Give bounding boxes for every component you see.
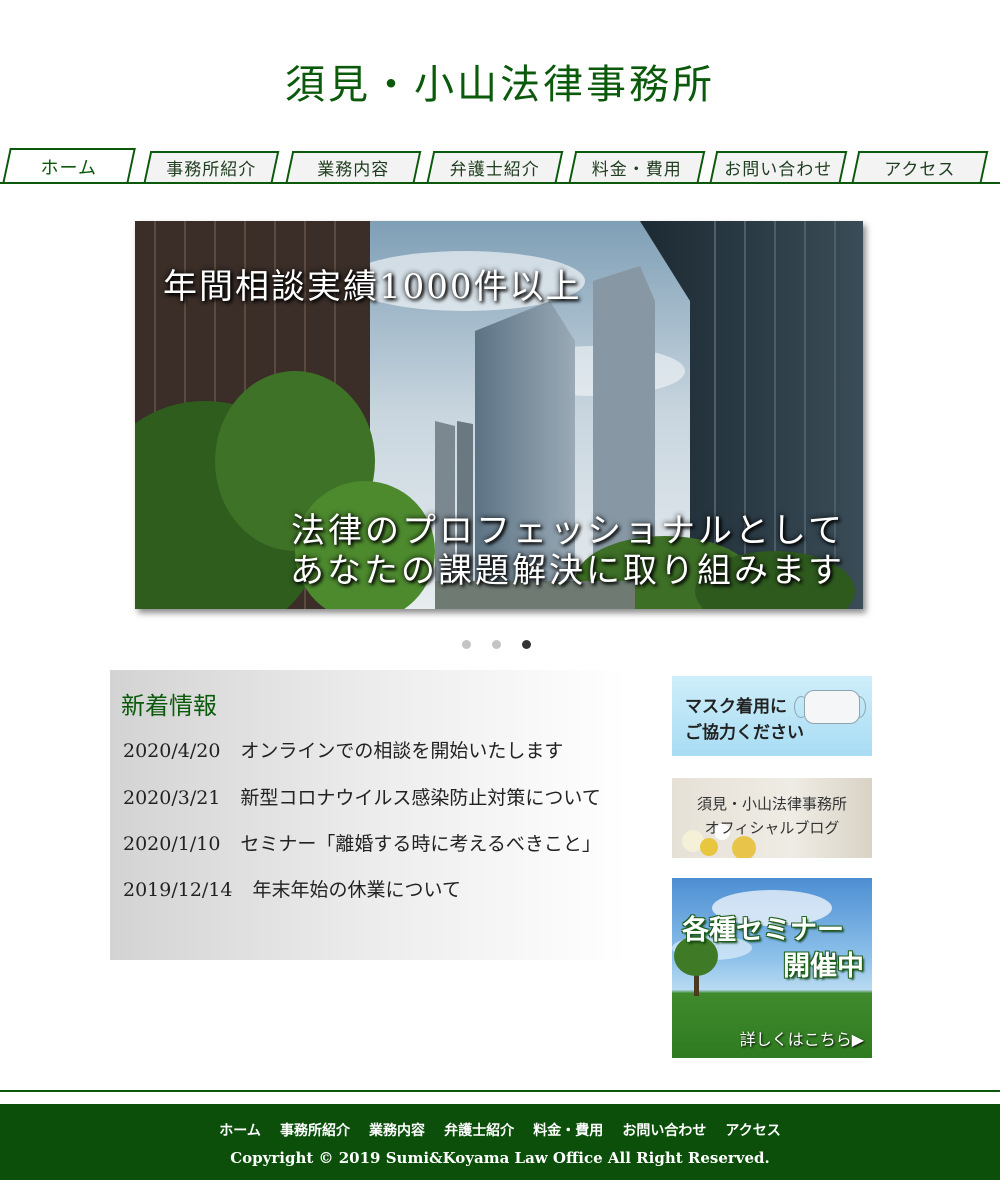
tab-label: 事務所紹介 (166, 160, 257, 180)
tab-lawyers[interactable]: 弁護士紹介 (426, 151, 564, 182)
tab-label: ホーム (40, 158, 98, 179)
seminar-banner-subtitle: 開催中 (783, 951, 864, 982)
news-item[interactable]: 2020/1/10 セミナー「離婚する時に考えるべきこと」 (123, 829, 601, 856)
mask-icon (804, 690, 860, 724)
footer-link-fees[interactable]: 料金・費用 (533, 1120, 603, 1140)
news-text: 年末年始の休業について (252, 879, 461, 901)
mask-banner-line2: ご協力ください (685, 723, 804, 743)
blog-banner-text: 須見・小山法律事務所 オフィシャルブログ (672, 792, 872, 840)
hero-headline: 年間相談実績1000件以上 (163, 267, 582, 307)
tab-access[interactable]: アクセス (851, 151, 989, 182)
tab-label: 料金・費用 (591, 160, 682, 180)
footer-link-access[interactable]: アクセス (725, 1120, 780, 1140)
nav-divider (0, 182, 1000, 184)
slider-dot-2[interactable] (492, 640, 501, 649)
blog-banner-line1: 須見・小山法律事務所 (696, 795, 847, 813)
footer-link-contact[interactable]: お問い合わせ (622, 1120, 706, 1140)
seminar-banner-title: 各種セミナー (682, 915, 844, 946)
blog-banner[interactable]: 須見・小山法律事務所 オフィシャルブログ (672, 778, 872, 858)
news-panel: 新着情報 2020/4/20 オンラインでの相談を開始いたします 2020/3/2… (110, 670, 628, 960)
site-title[interactable]: 須見・小山法律事務所 (0, 52, 1000, 110)
news-date: 2019/12/14 (123, 879, 233, 901)
news-date: 2020/1/10 (123, 833, 221, 855)
seminar-banner[interactable]: 各種セミナー 開催中 詳しくはこちら▶ (672, 878, 872, 1058)
slider-dot-3[interactable] (522, 640, 531, 649)
tab-label: 弁護士紹介 (449, 160, 540, 180)
news-date: 2020/4/20 (123, 740, 221, 762)
tab-label: 業務内容 (317, 160, 390, 180)
tab-services[interactable]: 業務内容 (285, 151, 422, 182)
hero-tagline-line2: あなたの課題解決に取り組みます (290, 551, 845, 591)
footer: ホーム 事務所紹介 業務内容 弁護士紹介 料金・費用 お問い合わせ アクセス C… (0, 1104, 1000, 1180)
news-date: 2020/3/21 (123, 787, 221, 809)
news-text: 新型コロナウイルス感染防止対策について (240, 787, 601, 809)
news-item[interactable]: 2019/12/14 年末年始の休業について (123, 875, 461, 902)
mask-banner-line1: マスク着用に (685, 697, 787, 717)
footer-divider (0, 1090, 1000, 1092)
footer-link-about[interactable]: 事務所紹介 (280, 1120, 350, 1140)
footer-nav: ホーム 事務所紹介 業務内容 弁護士紹介 料金・費用 お問い合わせ アクセス (0, 1120, 1000, 1140)
footer-link-services[interactable]: 業務内容 (369, 1120, 425, 1140)
slider-dot-1[interactable] (462, 640, 471, 649)
news-text: オンラインでの相談を開始いたします (240, 740, 564, 762)
news-text: セミナー「離婚する時に考えるべきこと」 (240, 833, 601, 855)
footer-link-lawyers[interactable]: 弁護士紹介 (444, 1120, 514, 1140)
flower-decoration (700, 838, 718, 856)
tab-label: アクセス (884, 160, 956, 180)
copyright: Copyright © 2019 Sumi&Koyama Law Office … (230, 1149, 770, 1167)
tab-home[interactable]: ホーム (2, 148, 136, 184)
tab-label: お問い合わせ (724, 160, 833, 180)
tab-fees[interactable]: 料金・費用 (568, 151, 706, 182)
blog-banner-line2: オフィシャルブログ (704, 819, 840, 837)
tab-contact[interactable]: お問い合わせ (709, 151, 848, 182)
seminar-more-link[interactable]: 詳しくはこちら▶ (740, 1026, 864, 1050)
tab-about[interactable]: 事務所紹介 (143, 151, 280, 182)
news-title: 新着情報 (121, 692, 217, 720)
mask-notice-banner[interactable]: マスク着用に ご協力ください (672, 676, 872, 756)
footer-link-home[interactable]: ホーム (219, 1120, 261, 1140)
news-item[interactable]: 2020/4/20 オンラインでの相談を開始いたします (123, 736, 563, 763)
news-item[interactable]: 2020/3/21 新型コロナウイルス感染防止対策について (123, 783, 601, 810)
hero-slide[interactable]: 年間相談実績1000件以上 法律のプロフェッショナルとして あなたの課題解決に取… (135, 221, 863, 609)
mask-banner-text: マスク着用に ご協力ください (685, 694, 804, 746)
